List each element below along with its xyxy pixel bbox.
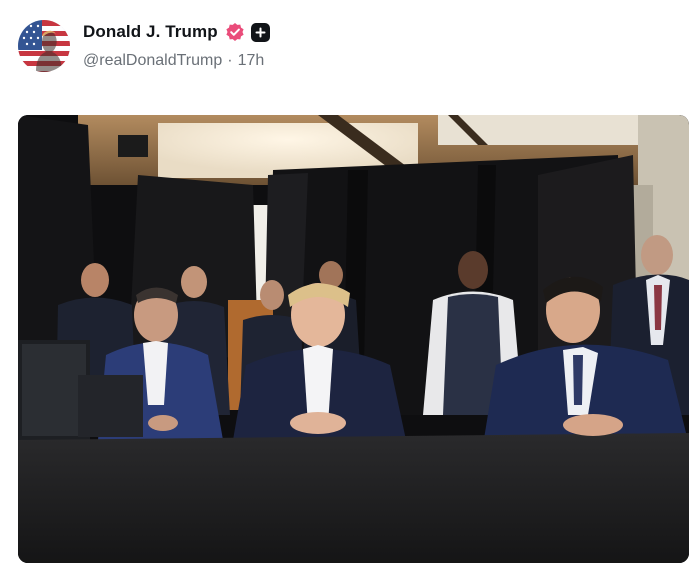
author-display-name[interactable]: Donald J. Trump <box>83 22 218 42</box>
author-handle[interactable]: @realDonaldTrump <box>83 52 222 70</box>
verified-badge-icon <box>225 22 245 42</box>
author-meta-row: @realDonaldTrump · 17h <box>83 52 264 70</box>
time-separator: · <box>227 52 233 69</box>
post-header: Donald J. Trump @realDonaldTrump · 17h <box>18 18 682 78</box>
post-timestamp[interactable]: 17h <box>238 52 265 70</box>
post-photo <box>18 115 689 563</box>
follow-button[interactable] <box>250 22 270 42</box>
post-image[interactable] <box>18 115 689 563</box>
plus-icon <box>255 27 266 37</box>
avatar[interactable] <box>18 20 70 72</box>
author-name-row: Donald J. Trump <box>83 22 270 42</box>
avatar-image <box>18 20 70 72</box>
